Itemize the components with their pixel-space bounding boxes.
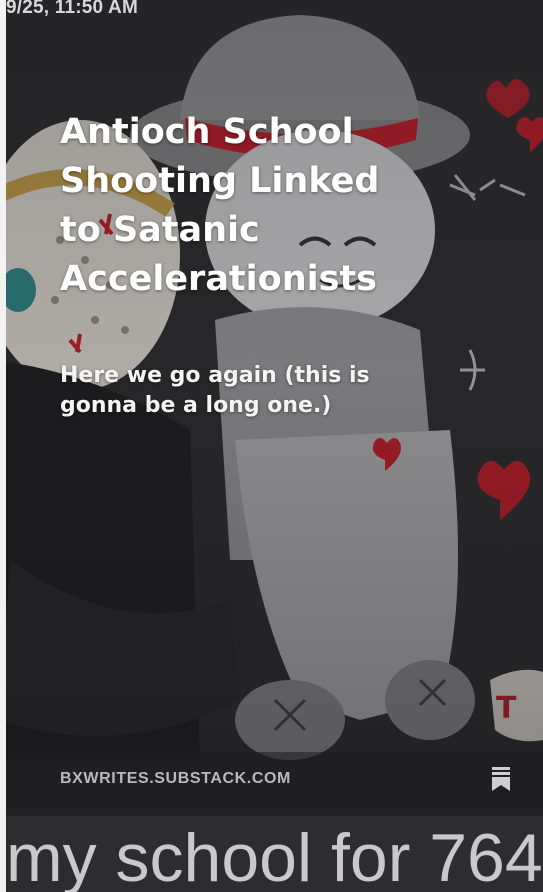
article-title[interactable]: Antioch School Shooting Linked to Satani… [60,108,420,304]
background-caption-strip: my school for 764 [6,816,543,892]
background-caption-text: my school for 764 [6,820,543,892]
publication-domain[interactable]: BXWRITES.SUBSTACK.COM [60,770,291,788]
article-subtitle: Here we go again (this is gonna be a lon… [60,363,370,418]
bookmark-icon[interactable] [490,766,512,792]
message-timestamp: 9/25, 11:50 AM [6,0,139,18]
